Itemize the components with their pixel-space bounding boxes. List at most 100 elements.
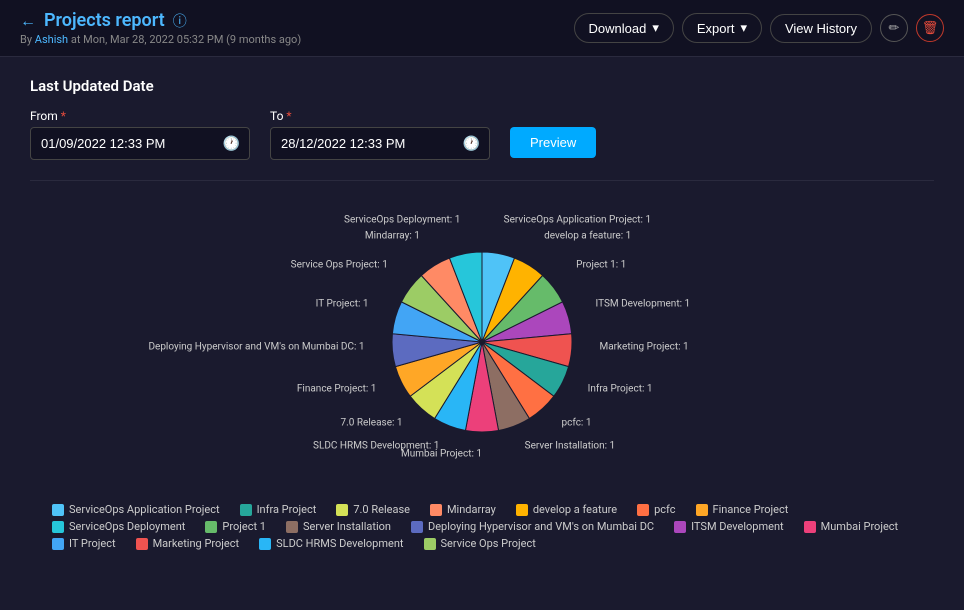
legend-label: ServiceOps Deployment <box>69 520 185 533</box>
legend-label: Project 1 <box>222 520 266 533</box>
legend-label: Finance Project <box>713 503 789 516</box>
legend-item: IT Project <box>52 537 116 550</box>
pie-label: ITSM Development: 1 <box>595 298 690 309</box>
legend-color-box <box>336 504 348 516</box>
export-button[interactable]: Export ▾ <box>682 13 762 43</box>
view-history-label: View History <box>785 21 857 36</box>
preview-button[interactable]: Preview <box>510 127 596 158</box>
legend-grid: ServiceOps Application Project Infra Proj… <box>32 503 932 550</box>
pie-label: Finance Project: 1 <box>297 383 377 394</box>
from-label: From * <box>30 109 250 123</box>
legend-item: ServiceOps Application Project <box>52 503 220 516</box>
legend-item: ITSM Development <box>674 520 784 533</box>
back-button[interactable]: ← <box>20 11 36 31</box>
title-area: ← Projects report ⓘ <box>20 10 301 31</box>
legend-color-box <box>696 504 708 516</box>
pie-label: pcfc: 1 <box>561 418 591 429</box>
pie-container: ServiceOps Application Project: 1 develop… <box>202 197 762 487</box>
legend-item: Finance Project <box>696 503 789 516</box>
title-section: ← Projects report ⓘ By Ashish at Mon, Ma… <box>20 10 301 46</box>
to-label: To * <box>270 109 490 123</box>
legend-item: 7.0 Release <box>336 503 410 516</box>
legend-label: ITSM Development <box>691 520 784 533</box>
legend-item: Service Ops Project <box>424 537 536 550</box>
legend-item: Server Installation <box>286 520 391 533</box>
main-content: Last Updated Date From * 🕐 To * 🕐 Previe… <box>0 57 964 570</box>
legend-label: Marketing Project <box>153 537 240 550</box>
legend-color-box <box>430 504 442 516</box>
pie-label: develop a feature: 1 <box>544 230 631 241</box>
section-title: Last Updated Date <box>30 77 934 95</box>
legend-label: Service Ops Project <box>441 537 536 550</box>
pie-label: Server Installation: 1 <box>525 441 616 452</box>
legend-color-box <box>637 504 649 516</box>
legend-color-box <box>259 538 271 550</box>
legend-item: Deploying Hypervisor and VM's on Mumbai … <box>411 520 654 533</box>
legend-item: Mumbai Project <box>804 520 899 533</box>
pie-label: Infra Project: 1 <box>588 383 653 394</box>
legend-color-box <box>411 521 423 533</box>
legend-item: Project 1 <box>205 520 266 533</box>
legend-item: SLDC HRMS Development <box>259 537 403 550</box>
to-input-wrap: 🕐 <box>270 127 490 160</box>
to-clock-icon[interactable]: 🕐 <box>463 136 480 152</box>
legend-color-box <box>804 521 816 533</box>
legend-color-box <box>240 504 252 516</box>
legend-color-box <box>205 521 217 533</box>
legend-item: Mindarray <box>430 503 496 516</box>
legend-color-box <box>136 538 148 550</box>
legend-label: 7.0 Release <box>353 503 410 516</box>
legend-item: Infra Project <box>240 503 317 516</box>
view-history-button[interactable]: View History <box>770 14 872 43</box>
legend-label: IT Project <box>69 537 116 550</box>
divider <box>30 180 934 181</box>
to-date-input[interactable] <box>270 127 490 160</box>
subtitle: By Ashish at Mon, Mar 28, 2022 05:32 PM … <box>20 33 301 46</box>
legend-color-box <box>52 504 64 516</box>
legend-label: Infra Project <box>257 503 317 516</box>
legend-label: Server Installation <box>303 520 391 533</box>
pie-chart <box>372 232 592 452</box>
chart-section: ServiceOps Application Project: 1 develop… <box>30 197 934 550</box>
download-chevron-icon: ▾ <box>652 20 659 36</box>
from-input-wrap: 🕐 <box>30 127 250 160</box>
export-label: Export <box>697 21 735 36</box>
pie-label: Mindarray: 1 <box>365 230 420 241</box>
from-date-input[interactable] <box>30 127 250 160</box>
info-icon[interactable]: ⓘ <box>173 11 187 31</box>
legend-color-box <box>674 521 686 533</box>
legend-color-box <box>52 521 64 533</box>
page-title: Projects report <box>44 10 165 31</box>
legend-item: develop a feature <box>516 503 617 516</box>
date-filter: From * 🕐 To * 🕐 Preview <box>30 109 934 160</box>
action-buttons: Download ▾ Export ▾ View History ✏ 🗑 <box>574 13 944 43</box>
edit-button[interactable]: ✏ <box>880 14 908 42</box>
author-link[interactable]: Ashish <box>35 33 68 46</box>
download-label: Download <box>589 21 647 36</box>
pie-label: Project 1: 1 <box>576 259 626 270</box>
delete-button[interactable]: 🗑 <box>916 14 944 42</box>
from-field-group: From * 🕐 <box>30 109 250 160</box>
export-chevron-icon: ▾ <box>740 20 747 36</box>
legend-label: pcfc <box>654 503 675 516</box>
pie-label: ServiceOps Application Project: 1 <box>504 215 651 226</box>
legend-label: SLDC HRMS Development <box>276 537 403 550</box>
legend-color-box <box>286 521 298 533</box>
legend-label: develop a feature <box>533 503 617 516</box>
legend-label: Deploying Hypervisor and VM's on Mumbai … <box>428 520 654 533</box>
pie-label: Deploying Hypervisor and VM's on Mumbai … <box>148 341 364 352</box>
legend-label: Mumbai Project <box>821 520 899 533</box>
legend-label: ServiceOps Application Project <box>69 503 220 516</box>
legend-color-box <box>516 504 528 516</box>
legend-item: Marketing Project <box>136 537 240 550</box>
pie-label: 7.0 Release: 1 <box>341 418 403 429</box>
legend-item: pcfc <box>637 503 675 516</box>
from-clock-icon[interactable]: 🕐 <box>223 136 240 152</box>
pie-label: Service Ops Project: 1 <box>291 259 388 270</box>
download-button[interactable]: Download ▾ <box>574 13 674 43</box>
top-bar: ← Projects report ⓘ By Ashish at Mon, Ma… <box>0 0 964 57</box>
legend-color-box <box>424 538 436 550</box>
legend-label: Mindarray <box>447 503 496 516</box>
pie-label: Marketing Project: 1 <box>599 341 688 352</box>
pie-label: IT Project: 1 <box>316 298 369 309</box>
